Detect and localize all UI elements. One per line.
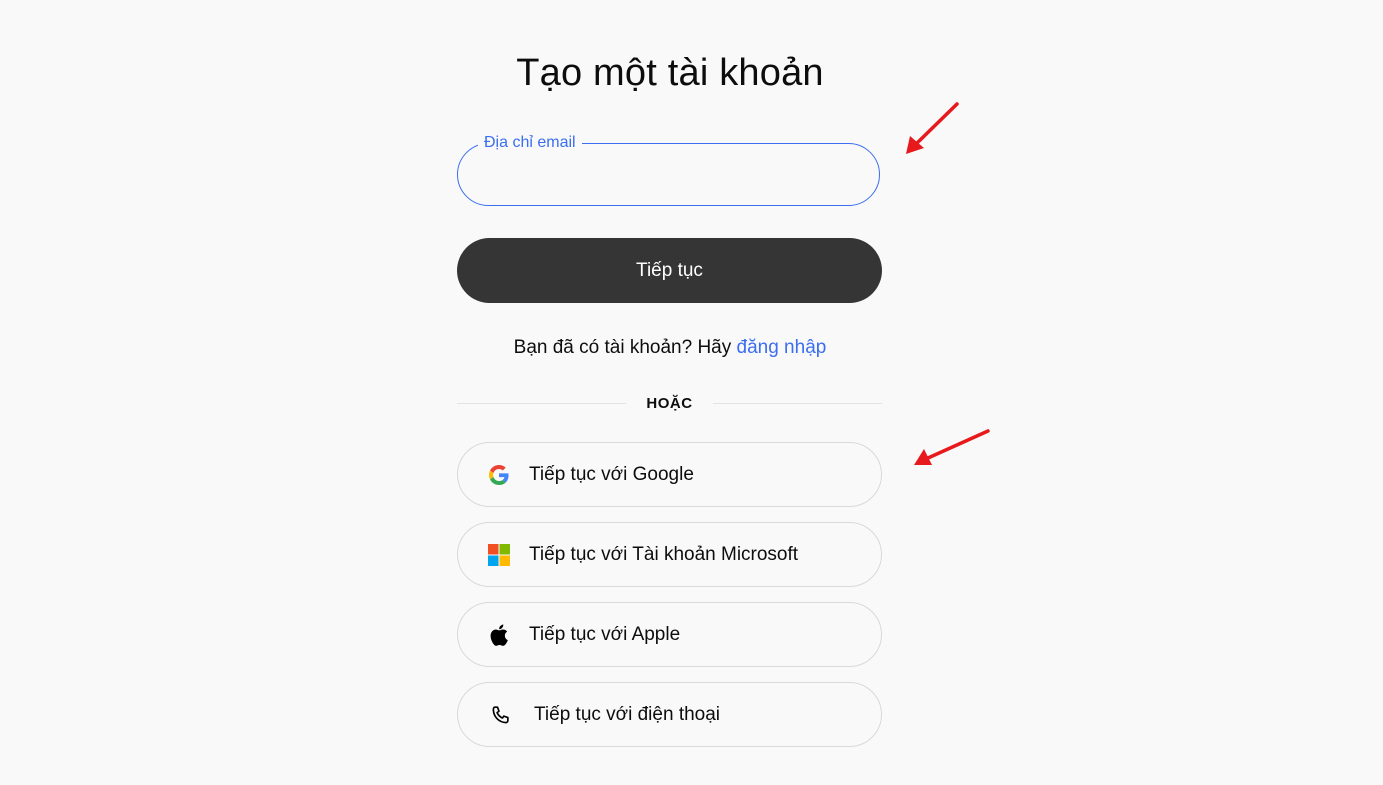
google-icon bbox=[487, 463, 511, 487]
google-signin-label: Tiếp tục với Google bbox=[529, 463, 694, 485]
phone-signin-label: Tiếp tục với điện thoại bbox=[534, 703, 721, 725]
phone-icon bbox=[489, 703, 513, 727]
or-divider: HOẶC bbox=[457, 392, 883, 414]
microsoft-icon bbox=[487, 543, 511, 567]
annotation-arrow-social bbox=[914, 429, 990, 465]
divider-line-right bbox=[712, 402, 883, 404]
phone-signin-button[interactable]: Tiếp tục với điện thoại bbox=[457, 682, 882, 747]
annotation-arrow-email bbox=[906, 102, 959, 154]
login-prompt: Bạn đã có tài khoản? Hãy đăng nhập bbox=[0, 337, 1340, 359]
google-signin-button[interactable]: Tiếp tục với Google bbox=[457, 442, 882, 507]
login-link[interactable]: đăng nhập bbox=[737, 337, 827, 358]
apple-signin-button[interactable]: Tiếp tục với Apple bbox=[457, 602, 882, 667]
microsoft-signin-label: Tiếp tục với Tài khoản Microsoft bbox=[529, 543, 799, 565]
continue-button[interactable]: Tiếp tục bbox=[457, 238, 882, 303]
page-title: Tạo một tài khoản bbox=[516, 52, 824, 94]
email-field[interactable]: Địa chỉ email bbox=[457, 135, 880, 206]
divider-text: HOẶC bbox=[646, 394, 693, 412]
login-prompt-text: Bạn đã có tài khoản? Hãy bbox=[513, 337, 737, 358]
signup-page: Tạo một tài khoản Địa chỉ email Tiếp tục… bbox=[0, 0, 1383, 785]
apple-signin-label: Tiếp tục với Apple bbox=[529, 623, 681, 645]
email-label: Địa chỉ email bbox=[478, 135, 582, 151]
microsoft-signin-button[interactable]: Tiếp tục với Tài khoản Microsoft bbox=[457, 522, 882, 587]
email-input[interactable] bbox=[482, 158, 856, 194]
apple-icon bbox=[487, 623, 511, 647]
divider-line-left bbox=[457, 402, 627, 404]
